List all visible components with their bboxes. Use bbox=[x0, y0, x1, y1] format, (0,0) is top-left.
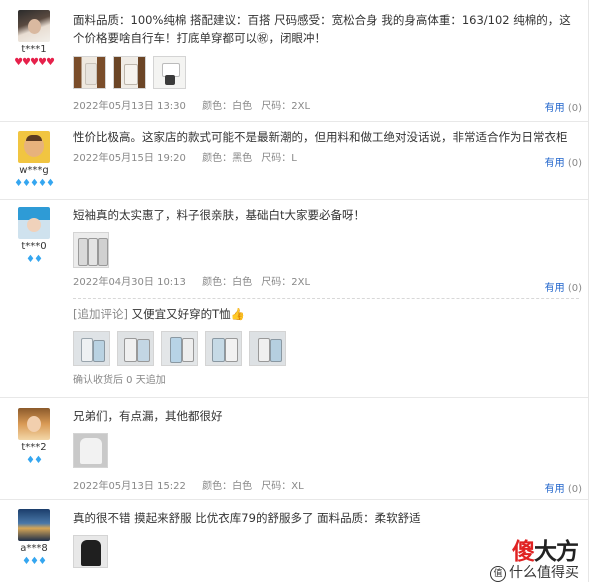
review-meta: 2022年05月13日 13:30 颜色：白色 尺码：2XL bbox=[73, 101, 579, 113]
review-date: 2022年05月15日 19:20 bbox=[73, 153, 186, 164]
useful-count: (0) bbox=[567, 484, 582, 495]
review-photo[interactable] bbox=[73, 56, 106, 89]
review-photo[interactable] bbox=[117, 331, 154, 366]
followup-photos bbox=[73, 331, 579, 366]
color-label: 颜色： bbox=[202, 153, 233, 164]
username[interactable]: t***2 bbox=[0, 442, 68, 454]
followup-comment: [追加评论] 又便宜又好穿的T恤👍 确认收货后 0 天追加 bbox=[73, 305, 579, 387]
color-value: 黑色 bbox=[232, 153, 253, 164]
followup-divider bbox=[73, 298, 579, 299]
review-photos bbox=[73, 56, 579, 89]
review-meta: 2022年05月13日 15:22 颜色：白色 尺码：XL bbox=[73, 481, 579, 493]
watermark-brand: 傻大方 bbox=[512, 539, 579, 565]
useful-vote: 有用 (0) bbox=[545, 279, 582, 294]
useful-vote: 有用 (0) bbox=[545, 154, 582, 169]
useful-count: (0) bbox=[567, 283, 582, 294]
username[interactable]: w***g bbox=[0, 165, 68, 177]
watermark-logo-icon: 值 bbox=[490, 566, 506, 582]
user-level-badges: ♦♦ bbox=[26, 254, 43, 265]
review-text: 性价比极高。这家店的款式可能不是最新潮的，但用料和做工绝对没话说，非常适合作为日… bbox=[73, 130, 568, 144]
size-value: 2XL bbox=[291, 101, 311, 112]
review-photo[interactable] bbox=[205, 331, 242, 366]
size-label: 尺码： bbox=[261, 481, 292, 492]
page-right-border bbox=[588, 0, 589, 582]
useful-button[interactable]: 有用 bbox=[545, 484, 565, 495]
avatar[interactable] bbox=[18, 509, 50, 541]
review-item: w***g ♦♦♦♦♦ 性价比极高。这家店的款式可能不是最新潮的，但用料和做工绝… bbox=[0, 122, 588, 200]
useful-count: (0) bbox=[567, 158, 582, 169]
useful-count: (0) bbox=[567, 103, 582, 114]
review-text: 面料品质：100%纯棉 搭配建议：百搭 尺码感受：宽松合身 我的身高体重：163… bbox=[73, 13, 571, 45]
review-photo[interactable] bbox=[73, 331, 110, 366]
color-value: 白色 bbox=[232, 101, 253, 112]
site-watermark: 傻大方 值什么值得买 bbox=[482, 528, 600, 582]
color-label: 颜色： bbox=[202, 481, 233, 492]
size-value: XL bbox=[291, 481, 304, 492]
review-photo[interactable] bbox=[161, 331, 198, 366]
review-text: 兄弟们，有点漏，其他都很好 bbox=[73, 409, 223, 423]
review-date: 2022年05月13日 13:30 bbox=[73, 101, 186, 112]
user-level-badges: ♦♦♦ bbox=[22, 556, 47, 567]
user-level-badges: ♦♦♦♦♦ bbox=[14, 178, 55, 189]
useful-button[interactable]: 有用 bbox=[545, 103, 565, 114]
avatar[interactable] bbox=[18, 408, 50, 440]
review-photo[interactable] bbox=[73, 433, 108, 468]
review-photo[interactable] bbox=[153, 56, 186, 89]
review-item: t***2 ♦♦ 兄弟们，有点漏，其他都很好 2022年05月13日 15:22… bbox=[0, 398, 588, 500]
followup-meta: 确认收货后 0 天追加 bbox=[73, 375, 166, 386]
color-value: 白色 bbox=[232, 277, 253, 288]
avatar[interactable] bbox=[18, 131, 50, 163]
review-date: 2022年04月30日 10:13 bbox=[73, 277, 186, 288]
color-value: 白色 bbox=[232, 481, 253, 492]
color-label: 颜色： bbox=[202, 277, 233, 288]
followup-text: 又便宜又好穿的T恤👍 bbox=[131, 307, 245, 321]
avatar[interactable] bbox=[18, 10, 50, 42]
user-level-badges: ♦♦ bbox=[26, 455, 43, 466]
size-label: 尺码： bbox=[261, 153, 292, 164]
watermark-site: 值什么值得买 bbox=[490, 562, 579, 582]
avatar[interactable] bbox=[18, 207, 50, 239]
review-photo[interactable] bbox=[113, 56, 146, 89]
size-value: L bbox=[291, 153, 297, 164]
review-item: t***1 ♥♥♥♥♥ 面料品质：100%纯棉 搭配建议：百搭 尺码感受：宽松合… bbox=[0, 0, 588, 122]
useful-vote: 有用 (0) bbox=[545, 99, 582, 114]
review-item: t***0 ♦♦ 短袖真的太实惠了，料子很亲肤，基础白t大家要必备呀！ 2022… bbox=[0, 200, 588, 398]
review-photo[interactable] bbox=[73, 535, 108, 568]
review-photo[interactable] bbox=[73, 232, 109, 268]
review-photos bbox=[73, 232, 579, 268]
size-value: 2XL bbox=[291, 277, 311, 288]
username[interactable]: t***0 bbox=[0, 241, 68, 253]
user-level-badges: ♥♥♥♥♥ bbox=[14, 57, 55, 68]
size-label: 尺码： bbox=[261, 101, 292, 112]
review-text: 真的很不错 摸起来舒服 比优衣库79的舒服多了 面料品质：柔软舒适 bbox=[73, 511, 421, 525]
review-meta: 2022年05月15日 19:20 颜色：黑色 尺码：L bbox=[73, 153, 579, 165]
color-label: 颜色： bbox=[202, 101, 233, 112]
review-text: 短袖真的太实惠了，料子很亲肤，基础白t大家要必备呀！ bbox=[73, 208, 366, 222]
review-photos bbox=[73, 433, 579, 468]
useful-button[interactable]: 有用 bbox=[545, 158, 565, 169]
useful-button[interactable]: 有用 bbox=[545, 283, 565, 294]
followup-tag: [追加评论] bbox=[73, 307, 128, 321]
size-label: 尺码： bbox=[261, 277, 292, 288]
useful-vote: 有用 (0) bbox=[545, 480, 582, 495]
review-photo[interactable] bbox=[249, 331, 286, 366]
review-date: 2022年05月13日 15:22 bbox=[73, 481, 186, 492]
review-meta: 2022年04月30日 10:13 颜色：白色 尺码：2XL bbox=[73, 277, 579, 289]
username[interactable]: t***1 bbox=[0, 44, 68, 56]
username[interactable]: a***8 bbox=[0, 543, 68, 555]
